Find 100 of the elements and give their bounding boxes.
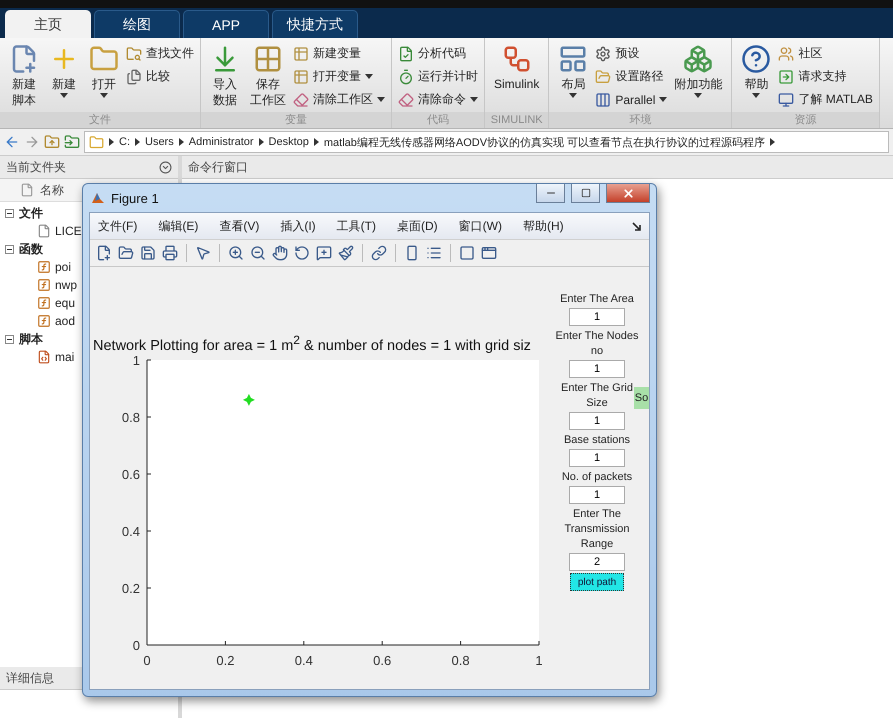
file-item[interactable]: LICE xyxy=(0,222,82,240)
caret-icon xyxy=(377,97,385,102)
chevron-right-icon xyxy=(258,138,264,146)
ribbon-button[interactable]: 运行并计时 xyxy=(398,65,478,88)
minimize-button[interactable] xyxy=(536,184,565,203)
data-cursor-icon[interactable] xyxy=(316,245,332,261)
back-icon[interactable] xyxy=(4,134,20,150)
legend-icon[interactable] xyxy=(426,245,442,261)
ribbon-button[interactable]: 查找文件 xyxy=(126,42,194,65)
ribbon-button[interactable]: 社区 xyxy=(778,42,873,65)
ribbon-button[interactable]: 预设 xyxy=(595,42,668,65)
square-icon[interactable] xyxy=(459,245,475,261)
cubes-icon xyxy=(683,44,714,74)
collapse-icon[interactable] xyxy=(5,334,14,344)
zoom-out-icon[interactable] xyxy=(250,245,266,261)
caret-icon xyxy=(694,92,702,98)
ribbon-button[interactable]: 帮助 xyxy=(738,42,774,112)
input-field[interactable]: 1 xyxy=(569,412,625,430)
path-segment[interactable]: Desktop xyxy=(268,136,309,148)
chevron-right-icon xyxy=(178,138,184,146)
dropdown-icon[interactable] xyxy=(159,160,172,174)
y-tick-label: 1 xyxy=(132,353,140,368)
ribbon-button[interactable]: 附加功能 xyxy=(671,42,726,112)
zoom-in-icon[interactable] xyxy=(228,245,244,261)
x-tick-label: 0 xyxy=(143,653,151,668)
menu-item[interactable]: 桌面(D) xyxy=(396,218,438,234)
link-icon[interactable] xyxy=(371,245,387,261)
folder-icon[interactable] xyxy=(118,245,134,261)
ribbon-tab[interactable]: 主页 xyxy=(5,10,91,38)
file-item[interactable]: mai xyxy=(0,348,74,366)
menu-item[interactable]: 窗口(W) xyxy=(458,218,502,234)
field-label: Enter The Transmission Range xyxy=(564,508,630,550)
block-diagram-icon xyxy=(502,44,532,74)
rotate-icon[interactable] xyxy=(294,245,310,261)
input-field[interactable]: 1 xyxy=(569,486,625,504)
file-item[interactable]: equ xyxy=(0,294,76,312)
ribbon-button[interactable]: 布局 xyxy=(555,42,592,112)
new-file-icon[interactable] xyxy=(96,245,112,261)
column-title[interactable]: 名称 xyxy=(40,182,64,198)
x-tick-label: 1 xyxy=(535,653,543,668)
folder-search-icon xyxy=(126,46,142,62)
function-icon xyxy=(37,314,51,328)
ribbon-button[interactable]: 了解 MATLAB xyxy=(778,88,873,111)
side-button[interactable]: So xyxy=(634,387,649,409)
path-segment[interactable]: Administrator xyxy=(188,136,254,148)
input-field[interactable]: 1 xyxy=(569,308,625,326)
close-button[interactable] xyxy=(606,184,650,203)
input-field[interactable]: 2 xyxy=(569,553,625,571)
dock-arrow-icon[interactable] xyxy=(632,222,641,230)
menu-item[interactable]: 帮助(H) xyxy=(522,218,564,234)
maximize-button[interactable] xyxy=(571,184,600,203)
ribbon-button[interactable]: 清除工作区 xyxy=(293,88,385,111)
path-segment[interactable]: C: xyxy=(119,136,130,148)
menu-item[interactable]: 插入(I) xyxy=(280,218,316,234)
input-field[interactable]: 1 xyxy=(569,449,625,467)
path-segment[interactable]: matlab编程无线传感器网络AODV协议的仿真实现 可以查看节点在执行协议的过程源码程序 xyxy=(324,134,766,150)
plot-path-button[interactable]: plot path xyxy=(570,573,624,591)
pointer-icon[interactable] xyxy=(195,245,211,261)
ribbon-button[interactable]: 新建变量 xyxy=(293,42,385,65)
chart-title: Network Plotting for area = 1 m$^{2}$ & number of nodes = 1 with grid siz xyxy=(92,333,532,351)
ribbon-button[interactable]: 设置路径 xyxy=(595,65,668,88)
ribbon-tab[interactable]: APP xyxy=(183,10,269,38)
hand-icon[interactable] xyxy=(272,245,288,261)
chevron-right-icon xyxy=(135,138,140,146)
ribbon-button[interactable]: 导入 数据 xyxy=(207,42,243,112)
menu-item[interactable]: 编辑(E) xyxy=(158,218,198,234)
ribbon-button[interactable]: 打开 xyxy=(86,42,122,112)
input-field[interactable]: 1 xyxy=(569,360,625,378)
folder-up-icon[interactable] xyxy=(44,134,60,150)
ribbon-tab[interactable]: 绘图 xyxy=(94,10,180,38)
ribbon-button[interactable]: 请求支持 xyxy=(778,65,873,88)
menu-item[interactable]: 查看(V) xyxy=(219,218,260,234)
ribbon-button[interactable]: Simulink xyxy=(491,42,542,112)
menu-item[interactable]: 工具(T) xyxy=(336,218,376,234)
browse-folder-icon[interactable] xyxy=(64,134,80,150)
ribbon-button[interactable]: 新建 脚本 xyxy=(6,42,42,112)
path-segment[interactable]: Users xyxy=(145,136,174,148)
window-icon[interactable] xyxy=(481,245,497,261)
brush-icon[interactable] xyxy=(338,245,354,261)
ribbon-button[interactable]: 比较 xyxy=(126,65,194,88)
collapse-icon[interactable] xyxy=(5,208,14,218)
ribbon-button[interactable]: 打开变量 xyxy=(293,65,385,88)
ribbon-button[interactable]: 新建 xyxy=(46,42,82,112)
ribbon-button[interactable]: 保存 工作区 xyxy=(247,42,289,112)
caret-icon xyxy=(365,74,373,79)
ribbon-button[interactable]: 分析代码 xyxy=(398,42,478,65)
file-item[interactable]: aod xyxy=(0,312,76,330)
printer-icon[interactable] xyxy=(162,245,178,261)
file-check-icon xyxy=(398,46,414,62)
ribbon-button[interactable]: Parallel xyxy=(595,88,668,111)
file-item[interactable]: nwp xyxy=(0,276,78,294)
ribbon-button[interactable]: 清除命令 xyxy=(398,88,478,111)
ribbon-tab[interactable]: 快捷方式 xyxy=(272,10,358,38)
save-icon[interactable] xyxy=(140,245,156,261)
tree-group: 函数 xyxy=(19,240,43,258)
menu-item[interactable]: 文件(F) xyxy=(98,218,138,234)
file-item[interactable]: poi xyxy=(0,258,72,276)
path-field[interactable]: C: Users Administrator Desktop matlab编程无线传感器网络AODV协议的仿真实现 可以查看节点在执行协议的过程源码程序 xyxy=(84,131,889,153)
script-icon xyxy=(37,350,51,364)
collapse-icon[interactable] xyxy=(5,244,14,254)
